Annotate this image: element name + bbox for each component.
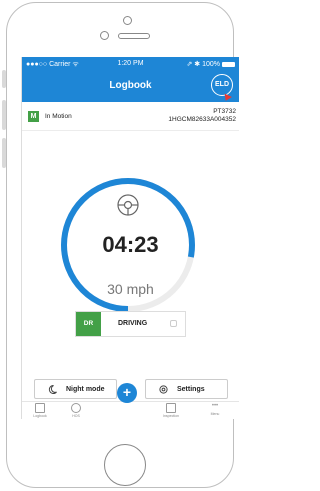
mute-switch[interactable] bbox=[2, 70, 6, 88]
motion-status: In Motion bbox=[45, 113, 72, 120]
duty-status-code: DR bbox=[76, 312, 101, 336]
drive-timer: 04:23 bbox=[102, 232, 159, 257]
night-mode-label: Night mode bbox=[66, 386, 105, 393]
tab-hos[interactable]: HOS bbox=[60, 402, 92, 419]
volume-up-button[interactable] bbox=[2, 100, 6, 130]
settings-button[interactable]: Settings bbox=[145, 379, 228, 399]
navigation-bar: ●●●○○ Carrier ᯤ 1:20 PM ⇗ ✱ 100% Logbook… bbox=[22, 57, 239, 103]
night-mode-button[interactable]: Night mode bbox=[34, 379, 117, 399]
earpiece-speaker bbox=[118, 33, 150, 39]
inspection-icon bbox=[166, 403, 176, 413]
status-indicators: ⇗ ✱ 100% bbox=[186, 60, 235, 68]
current-speed: 30 mph bbox=[107, 281, 154, 297]
menu-icon: ••• bbox=[211, 403, 219, 409]
tab-logbook-label: Logbook bbox=[33, 414, 47, 418]
page-title: Logbook bbox=[109, 80, 152, 91]
home-button[interactable] bbox=[104, 444, 146, 486]
vehicle-vin: 1HGCM82633A004352 bbox=[168, 116, 236, 123]
night-mode-icon bbox=[48, 384, 57, 394]
hos-icon bbox=[71, 403, 81, 413]
tab-logbook[interactable]: Logbook bbox=[24, 402, 56, 419]
app-screen: ●●●○○ Carrier ᯤ 1:20 PM ⇗ ✱ 100% Logbook… bbox=[21, 57, 239, 419]
tab-hos-label: HOS bbox=[72, 414, 80, 418]
vehicle-identity: PT3732 1HGCM82633A004352 bbox=[168, 108, 236, 124]
duty-status-label: DRIVING bbox=[118, 320, 148, 327]
front-camera bbox=[100, 31, 109, 40]
logbook-icon bbox=[35, 403, 45, 413]
tab-inspection[interactable]: Inspection bbox=[155, 402, 187, 419]
add-button[interactable]: + bbox=[117, 383, 137, 403]
vehicle-unit: PT3732 bbox=[213, 108, 236, 115]
eld-button[interactable]: ELD bbox=[211, 74, 233, 96]
tab-menu[interactable]: ••• Menu bbox=[199, 402, 231, 419]
duty-status-selector[interactable]: DR DRIVING bbox=[75, 311, 186, 337]
tab-menu-label: Menu bbox=[210, 412, 220, 416]
steering-wheel-icon bbox=[117, 194, 139, 216]
status-right-label: ⇗ ✱ 100% bbox=[186, 61, 220, 68]
vehicle-info-row: M In Motion PT3732 1HGCM82633A004352 bbox=[22, 102, 239, 131]
motion-badge: M bbox=[28, 111, 39, 122]
status-bar: ●●●○○ Carrier ᯤ 1:20 PM ⇗ ✱ 100% bbox=[26, 60, 235, 70]
bottom-tab-bar: Logbook HOS Inspection ••• Menu bbox=[22, 401, 239, 419]
gear-icon bbox=[159, 385, 168, 394]
battery-icon bbox=[222, 62, 235, 67]
volume-down-button[interactable] bbox=[2, 138, 6, 168]
camera-dot bbox=[123, 16, 132, 25]
lock-icon bbox=[170, 320, 177, 327]
settings-label: Settings bbox=[177, 386, 205, 393]
tab-inspection-label: Inspection bbox=[163, 414, 179, 418]
